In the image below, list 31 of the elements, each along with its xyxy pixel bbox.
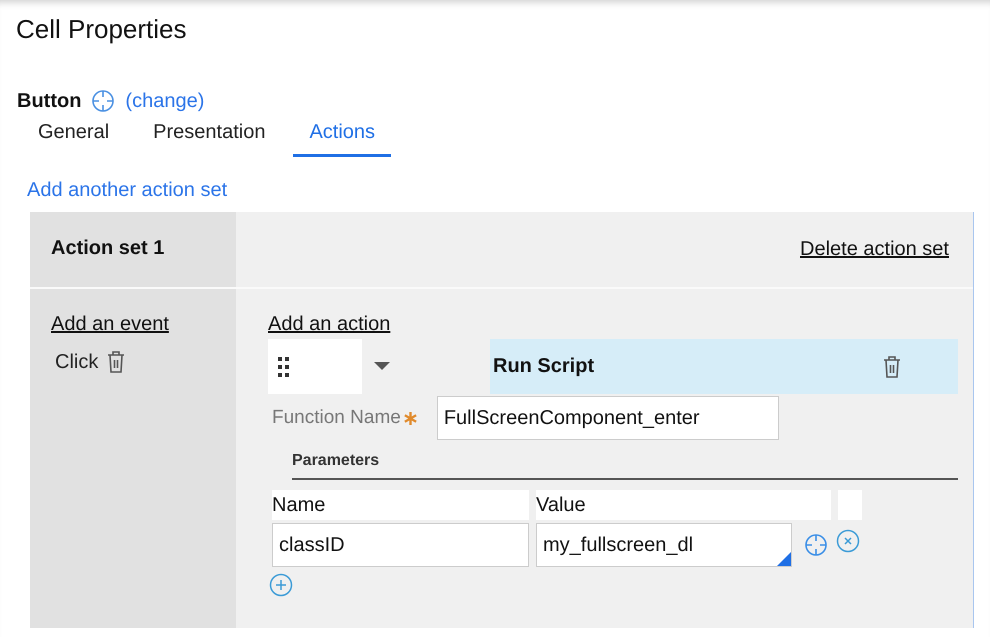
add-action-set-link[interactable]: Add another action set [27, 179, 228, 202]
input-field[interactable]: FullScreenComponent_enter [436, 396, 779, 440]
input-field[interactable]: classID [272, 523, 529, 567]
input-field[interactable]: my_fullscreen_dl [536, 523, 792, 567]
add-icon[interactable] [269, 573, 293, 597]
corner-marker-icon [777, 552, 791, 566]
column-header: Value [536, 490, 831, 520]
grip-icon[interactable] [278, 356, 290, 376]
add-event-link[interactable]: Add an event [51, 313, 169, 335]
control-type: Button [17, 90, 82, 112]
action-name: Run Script [493, 355, 594, 378]
section-title: Parameters [292, 452, 958, 480]
field-label: Function Name [272, 407, 401, 429]
change-link[interactable]: (change) [125, 90, 204, 112]
trash-icon[interactable] [106, 350, 126, 374]
caret-icon[interactable] [374, 362, 390, 372]
drag-handle[interactable] [268, 339, 362, 394]
column-header: Name [272, 490, 529, 520]
panel-title: Cell Properties [16, 14, 188, 45]
crosshair-icon[interactable] [804, 533, 828, 557]
event-name: Click [55, 350, 98, 374]
tab[interactable]: Presentation [137, 115, 282, 157]
add-action-link[interactable]: Add an action [268, 313, 390, 335]
remove-icon[interactable] [836, 529, 860, 553]
action-set-title: Action set 1 [51, 237, 164, 260]
trash-icon[interactable] [882, 354, 902, 378]
tab[interactable]: Actions [293, 115, 392, 157]
delete-link[interactable]: Delete action set [800, 238, 949, 261]
crosshair-icon[interactable] [91, 89, 116, 113]
action-header[interactable]: Run Script [490, 339, 958, 394]
tab[interactable]: General [22, 115, 126, 157]
